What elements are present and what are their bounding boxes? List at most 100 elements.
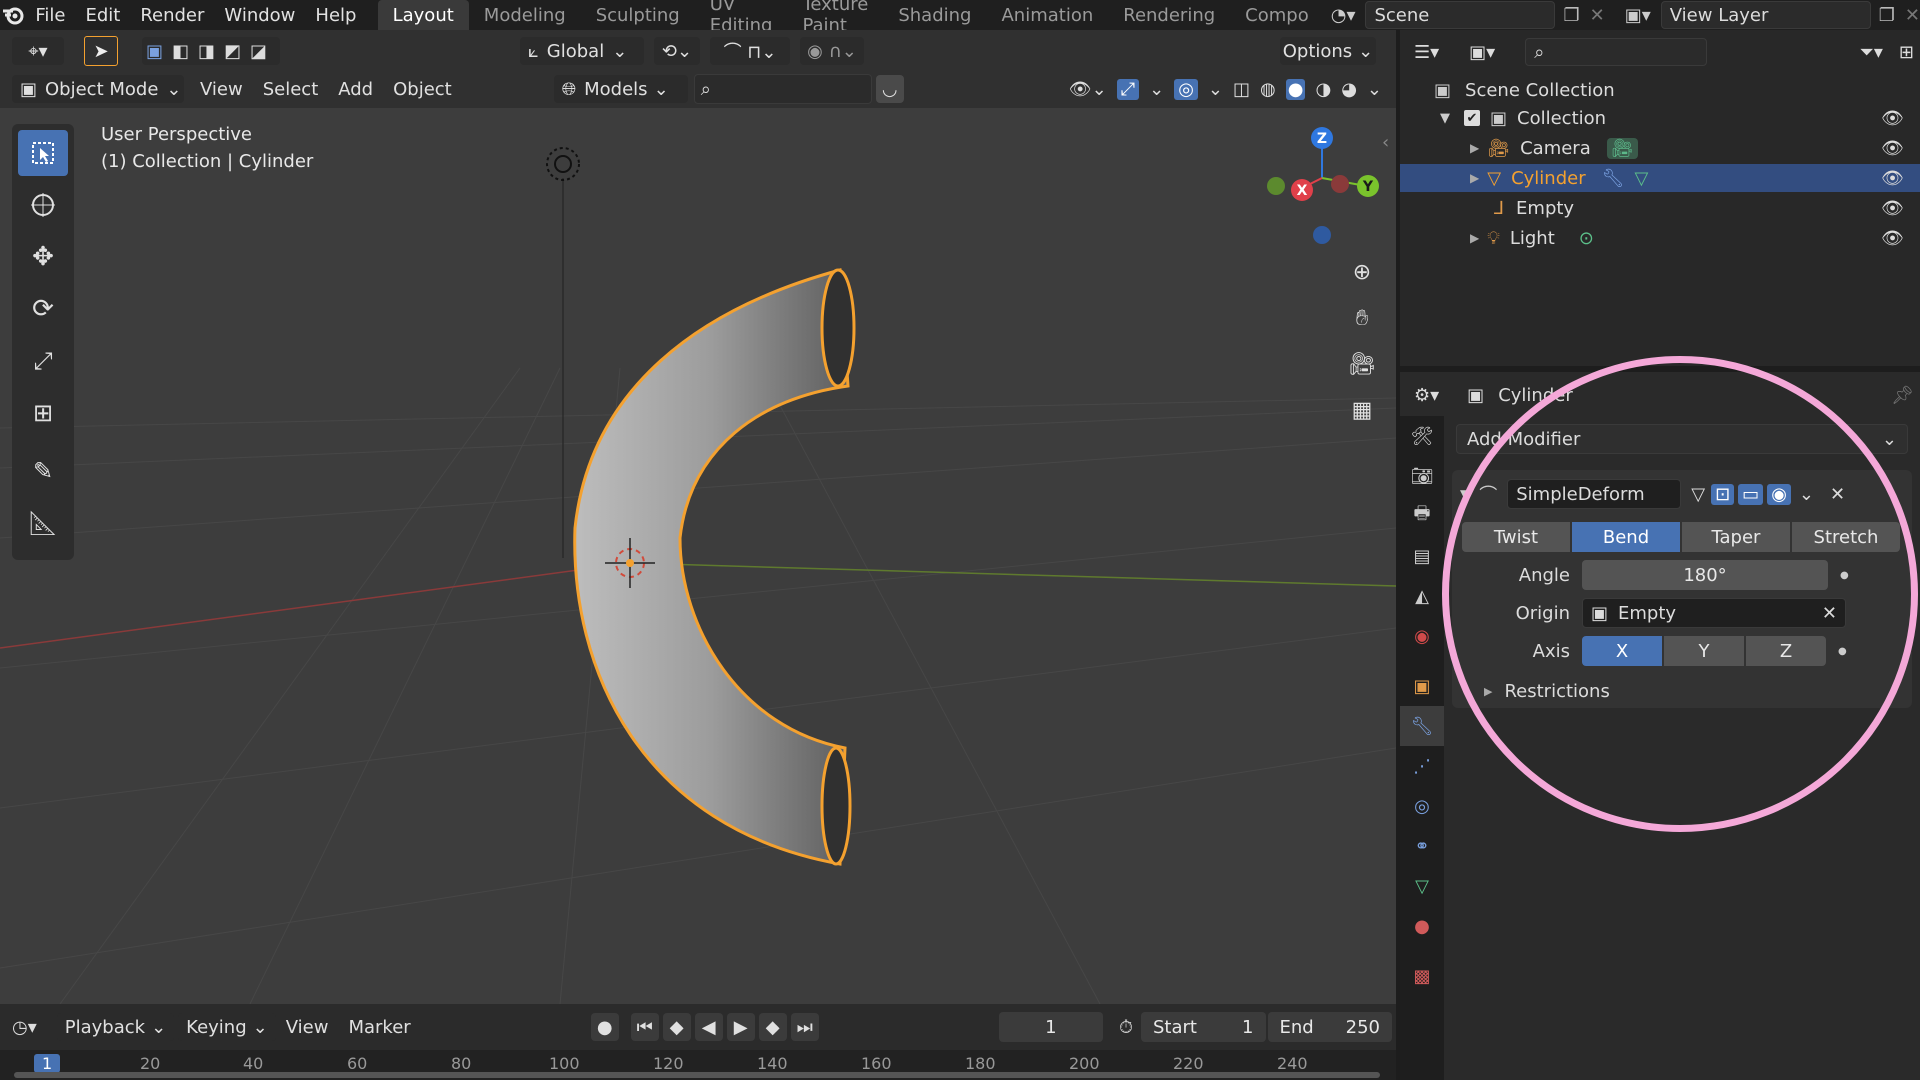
mode-stretch-button[interactable]: Stretch — [1792, 522, 1900, 552]
on-cage-toggle-icon[interactable]: ⊡ — [1711, 483, 1735, 505]
expand-arrow-icon[interactable]: ▶ — [1470, 231, 1479, 245]
modifier-tab-icon[interactable]: 🔧︎ — [1400, 706, 1444, 746]
filter-icon[interactable]: ⏷▾ — [1859, 42, 1882, 63]
new-collection-icon[interactable]: ⊞ — [1899, 42, 1914, 63]
cursor-tool-icon[interactable] — [18, 182, 68, 228]
tab-modeling[interactable]: Modeling — [469, 0, 581, 30]
start-frame-field[interactable]: Start 1 — [1141, 1012, 1266, 1042]
render-toggle-icon[interactable]: ◉ — [1767, 483, 1791, 505]
viewport-search-input[interactable]: ⌕ — [693, 74, 872, 104]
material-tab-icon[interactable]: ● — [1400, 906, 1444, 946]
expand-arrow-icon[interactable]: ▶ — [1470, 141, 1479, 155]
timeline-ruler[interactable]: 1 20 40 60 80 100 120 140 160 180 200 22… — [0, 1050, 1396, 1080]
axis-y-button[interactable]: Y — [1664, 636, 1744, 666]
gizmo-toggle-icon[interactable]: ⤢ — [1116, 78, 1140, 100]
animate-dot-icon[interactable]: ● — [1840, 570, 1849, 581]
outliner-item-camera[interactable]: ▶ 🎥︎ Camera 🎥︎ 👁︎ — [1400, 134, 1920, 162]
xray-toggle-icon[interactable]: ◫ — [1233, 79, 1250, 100]
visibility-eye-icon[interactable]: 👁︎ — [1881, 168, 1904, 189]
menu-edit[interactable]: Edit — [75, 0, 130, 30]
select-extend-icon[interactable]: ◧ — [172, 41, 198, 62]
collapse-sidebar-icon[interactable]: ‹ — [1382, 132, 1389, 153]
mesh-data-tab-icon[interactable]: ▽ — [1400, 866, 1444, 906]
camera-view-icon[interactable]: 🎥︎ — [1344, 346, 1380, 382]
modifier-menu-icon[interactable]: ⌄ — [1799, 484, 1814, 505]
tab-animation[interactable]: Animation — [986, 0, 1108, 30]
mode-bend-button[interactable]: Bend — [1572, 522, 1680, 552]
ortho-toggle-icon[interactable]: ▦ — [1344, 392, 1380, 428]
modifier-name-field[interactable]: SimpleDeform — [1507, 479, 1682, 509]
overlays-toggle-icon[interactable]: ◎ — [1174, 78, 1198, 100]
new-view-layer-icon[interactable]: ❐ — [1879, 5, 1895, 26]
properties-editor-type-icon[interactable]: ⚙▾ — [1414, 385, 1439, 406]
axis-z-button[interactable]: Z — [1746, 636, 1826, 666]
keying-dropdown[interactable]: Keying ⌄ — [178, 1013, 276, 1041]
end-frame-field[interactable]: End 250 — [1267, 1012, 1392, 1042]
pan-hand-icon[interactable]: ✋︎ — [1344, 300, 1380, 336]
select-box-tool-icon[interactable] — [18, 130, 68, 176]
visibility-eye-icon[interactable]: 👁︎ — [1881, 198, 1904, 219]
rendered-shading-icon[interactable]: ◕ — [1341, 79, 1357, 100]
outliner-editor-type-icon[interactable]: ☰▾ — [1414, 42, 1439, 63]
constraints-tab-icon[interactable]: ⚭ — [1400, 826, 1444, 866]
mode-dropdown[interactable]: ▣ Object Mode ⌄ — [12, 75, 184, 103]
tab-sculpting[interactable]: Sculpting — [581, 0, 695, 30]
wireframe-shading-icon[interactable]: ◍ — [1260, 79, 1276, 100]
collapse-arrow-icon[interactable]: ▼ — [1440, 111, 1450, 126]
scale-tool-icon[interactable]: ⤢ — [18, 338, 68, 384]
tab-shading[interactable]: Shading — [883, 0, 986, 30]
annotate-tool-icon[interactable]: ✎ — [18, 448, 68, 494]
jump-start-icon[interactable]: ⏮ — [630, 1013, 659, 1041]
camera-data-icon[interactable]: 🎥︎ — [1606, 137, 1638, 159]
render-tab-icon[interactable]: 📷︎ — [1400, 456, 1444, 496]
restrictions-subpanel[interactable]: ▶ Restrictions — [1452, 678, 1912, 704]
rotate-tool-icon[interactable]: ⟳ — [18, 286, 68, 332]
delete-view-layer-icon[interactable]: ✕ — [1905, 5, 1920, 26]
delete-scene-icon[interactable]: ✕ — [1590, 5, 1605, 26]
axis-x-button[interactable]: X — [1582, 636, 1662, 666]
timeline-editor-type-icon[interactable]: ◷▾ — [12, 1017, 37, 1038]
material-shading-icon[interactable]: ◑ — [1315, 79, 1331, 100]
add-modifier-dropdown[interactable]: Add Modifier ⌄ — [1456, 424, 1908, 454]
mode-taper-button[interactable]: Taper — [1682, 522, 1790, 552]
menu-render[interactable]: Render — [130, 0, 214, 30]
search-options-icon[interactable]: ◡ — [875, 75, 904, 103]
modifier-wrench-icon[interactable]: 🔧︎ — [1602, 168, 1625, 189]
solid-shading-icon[interactable]: ● — [1285, 78, 1306, 100]
menu-file[interactable]: File — [25, 0, 75, 30]
view-layer-field[interactable]: View Layer — [1660, 1, 1871, 29]
collection-filter-dropdown[interactable]: 🌐︎ Models ⌄ — [553, 75, 688, 103]
options-dropdown[interactable]: Options ⌄ — [1280, 37, 1376, 65]
record-icon[interactable]: ● — [590, 1013, 619, 1041]
timeline-menu-marker[interactable]: Marker — [338, 1013, 420, 1041]
visibility-eye-icon[interactable]: 👁︎ — [1881, 108, 1904, 129]
outliner-item-light[interactable]: ▶ 💡︎ Light ⊙ 👁︎ — [1400, 224, 1920, 252]
zoom-icon[interactable]: ⊕ — [1344, 254, 1380, 290]
collapse-arrow-icon[interactable]: ▼ — [1460, 487, 1469, 501]
pivot-dropdown[interactable]: ⟲⌄ — [654, 37, 700, 65]
tab-uv-editing[interactable]: UV Editing — [695, 0, 788, 36]
stopwatch-icon[interactable]: ⏱ — [1119, 1017, 1133, 1038]
playback-dropdown[interactable]: Playback ⌄ — [56, 1013, 175, 1041]
texture-tab-icon[interactable]: ▩ — [1400, 956, 1444, 996]
shading-options-icon[interactable]: ⌄ — [1367, 79, 1382, 100]
scene-name-field[interactable]: Scene — [1365, 1, 1556, 29]
viewport-menu-object[interactable]: Object — [383, 75, 462, 103]
world-tab-icon[interactable]: ◉ — [1400, 616, 1444, 656]
scene-tab-icon[interactable]: ◭ — [1400, 576, 1444, 616]
tool-tab-icon[interactable]: 🛠︎ — [1400, 416, 1444, 456]
view-layer-selector[interactable]: ▣▾ View Layer ❐ ✕ — [1625, 0, 1920, 30]
selection-mode-group[interactable]: ▣ ◧ ◨ ◩ ◪ — [142, 37, 280, 65]
remove-modifier-icon[interactable]: ✕ — [1830, 484, 1845, 505]
tab-compositing[interactable]: Compo — [1230, 0, 1317, 30]
tab-rendering[interactable]: Rendering — [1108, 0, 1230, 30]
menu-window[interactable]: Window — [214, 0, 305, 30]
snap-group[interactable]: ⌒ ⊓⌄ — [710, 37, 790, 65]
select-subtract-icon[interactable]: ◨ — [198, 41, 224, 62]
mesh-data-icon[interactable]: ▽ — [1634, 168, 1648, 189]
output-tab-icon[interactable]: 🖶︎ — [1400, 496, 1444, 536]
blender-logo-icon[interactable] — [0, 0, 25, 30]
select-invert-icon[interactable]: ◩ — [224, 41, 250, 62]
outliner-collection[interactable]: ▼ ✔ ▣ Collection 👁︎ — [1400, 104, 1920, 132]
jump-keyframe-forward-icon[interactable]: ◆ — [758, 1013, 787, 1041]
